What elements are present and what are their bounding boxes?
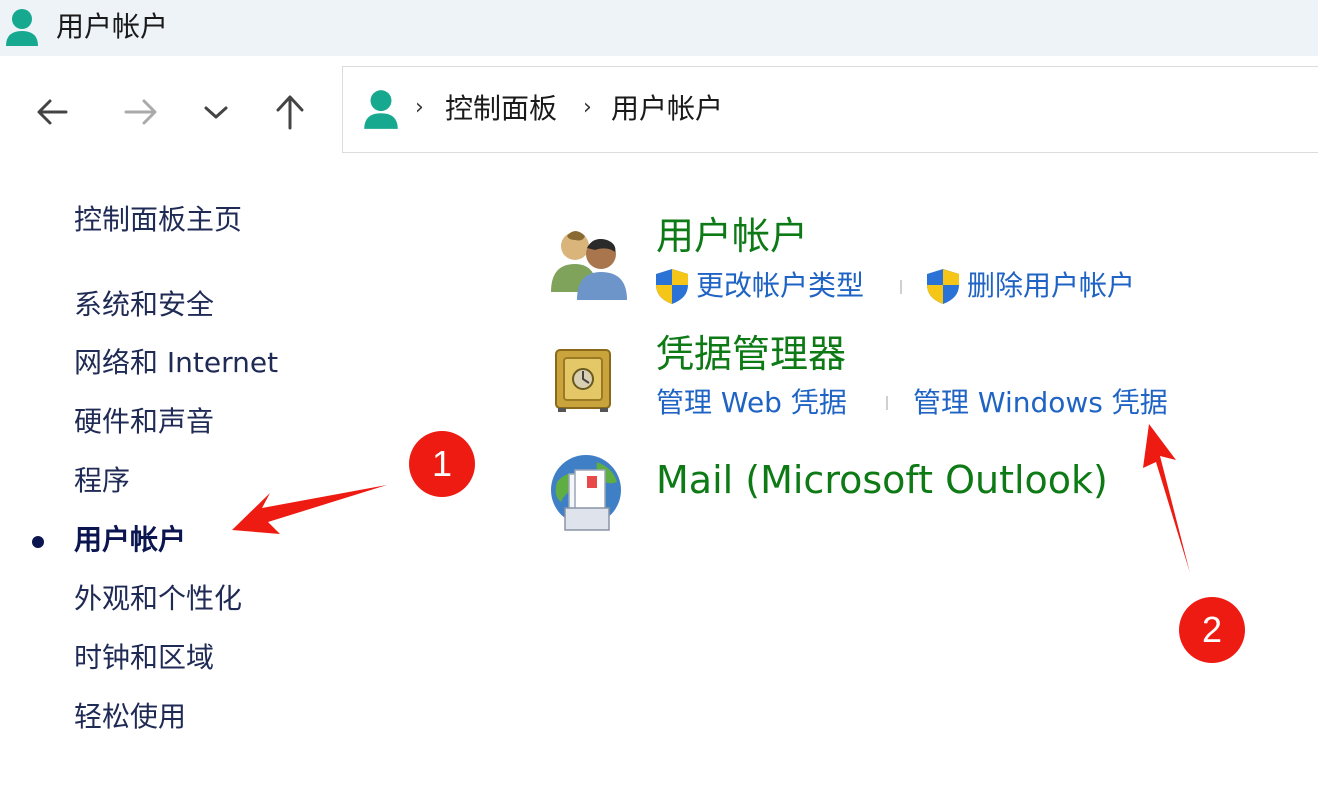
annotation-arrows	[232, 424, 1190, 573]
annotation-arrow-1	[232, 485, 387, 534]
annotation-arrow-2	[1143, 424, 1190, 573]
annotation-marker-1: 1	[409, 431, 475, 497]
annotation-marker-2: 2	[1179, 597, 1245, 663]
